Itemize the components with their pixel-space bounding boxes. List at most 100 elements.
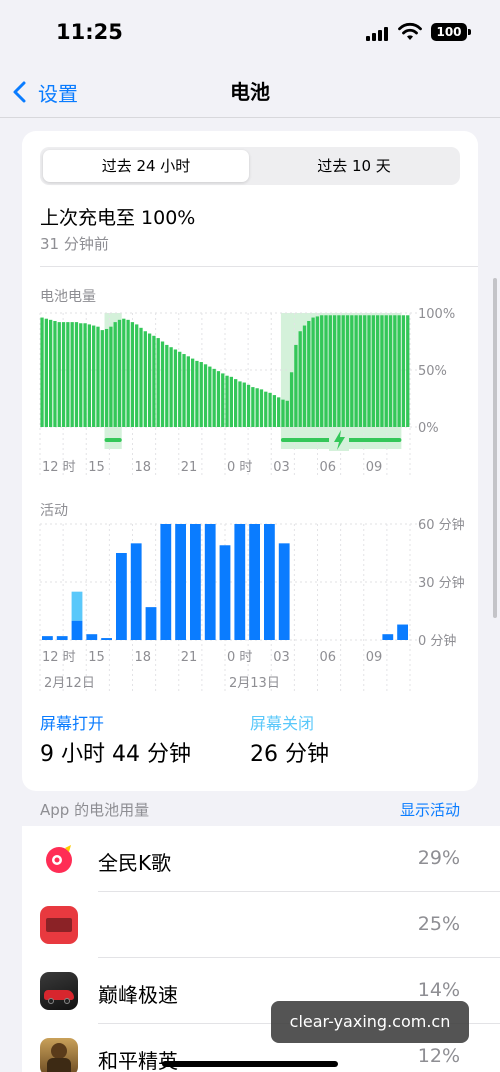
battery-bar — [186, 356, 190, 427]
x-tick-label: 03 — [273, 460, 290, 475]
card-divider — [40, 266, 478, 267]
battery-icon: 100 — [431, 23, 471, 41]
screen-on-label: 屏幕打开 — [40, 714, 105, 733]
red-app-icon — [40, 906, 78, 944]
app-percent: 14% — [417, 979, 460, 1001]
battery-bar — [122, 318, 126, 427]
status-time: 11:25 — [56, 20, 123, 44]
battery-bar — [406, 315, 410, 427]
screen-on-bar — [101, 638, 112, 640]
kge-app-icon — [40, 840, 78, 878]
app-percent: 29% — [417, 847, 460, 869]
battery-bar — [285, 400, 289, 427]
battery-bar — [363, 315, 367, 427]
battery-bar — [160, 341, 165, 427]
app-row[interactable]: 全民K歌 29% — [22, 826, 500, 892]
x-tick-label: 12 时 — [42, 460, 76, 475]
battery-bar — [401, 315, 406, 427]
battery-bar — [221, 373, 225, 427]
screen-on-value: 9 小时 44 分钟 — [40, 742, 191, 767]
x-tick-label: 09 — [366, 460, 383, 475]
battery-bar — [354, 315, 358, 427]
battery-bar — [40, 317, 44, 427]
battery-bar — [315, 316, 320, 427]
battery-bar — [380, 315, 384, 427]
battery-bar — [182, 354, 186, 427]
battery-bar — [156, 338, 160, 427]
home-indicator[interactable] — [162, 1061, 338, 1067]
battery-card: 过去 24 小时 过去 10 天 上次充电至 100% 31 分钟前 电池电量 … — [22, 131, 478, 791]
scrollbar[interactable] — [493, 278, 497, 618]
battery-bar — [61, 322, 66, 427]
battery-bar — [74, 322, 79, 427]
shooter-game-icon — [40, 1038, 78, 1072]
screen-on-bar — [219, 545, 231, 640]
screen-off-value: 26 分钟 — [250, 742, 329, 767]
battery-bar — [49, 319, 53, 427]
battery-bar — [53, 320, 57, 427]
status-bar: 11:25 100 — [0, 0, 500, 66]
battery-bar — [199, 362, 203, 427]
last-charge-time: 31 分钟前 — [40, 235, 109, 253]
battery-bar — [135, 324, 139, 427]
battery-bar — [79, 323, 83, 427]
app-name: 全民K歌 — [98, 851, 172, 875]
battery-level-chart: 100% 50% 0% 12 时 15 18 21 0 时 03 06 09 — [39, 307, 455, 475]
battery-bar — [375, 315, 380, 427]
screen-on-bar — [382, 634, 394, 640]
battery-bar — [208, 366, 212, 427]
battery-bar — [246, 384, 251, 427]
screen-off-label: 屏幕关闭 — [250, 714, 315, 733]
battery-bar — [178, 351, 182, 427]
app-percent: 12% — [417, 1045, 460, 1067]
screen-on-bar — [234, 524, 246, 640]
battery-bar — [264, 391, 268, 427]
x-tick-label: 15 — [88, 650, 105, 665]
battery-bar — [358, 315, 363, 427]
battery-bar — [320, 315, 324, 427]
battery-bar — [147, 333, 152, 427]
battery-bar — [345, 315, 350, 427]
screen-on-bar — [264, 524, 275, 640]
segment-24-hours[interactable]: 过去 24 小时 — [43, 150, 249, 182]
screen-on-bar — [175, 524, 186, 640]
battery-bar — [66, 322, 70, 427]
segment-10-days[interactable]: 过去 10 天 — [251, 150, 457, 182]
x-tick-label: 09 — [366, 650, 383, 665]
battery-bar — [341, 315, 345, 427]
battery-bar — [113, 322, 117, 427]
battery-bar — [384, 315, 388, 427]
y-tick-label: 100% — [418, 307, 455, 322]
last-charge-title: 上次充电至 100% — [40, 207, 196, 229]
battery-bar — [130, 322, 135, 427]
nav-divider — [0, 117, 500, 118]
cellular-signal-icon — [366, 27, 388, 41]
battery-bar — [70, 322, 74, 427]
app-name: 巅峰极速 — [98, 983, 178, 1007]
screen-on-bar — [86, 634, 98, 640]
battery-bar — [152, 335, 156, 427]
battery-bar — [328, 315, 332, 427]
battery-bar — [126, 319, 130, 427]
app-row[interactable]: 25% — [22, 892, 500, 958]
screen-on-bar — [278, 543, 290, 640]
battery-bar — [332, 315, 337, 427]
y-tick-label: 50% — [418, 364, 447, 379]
screen-on-bar — [56, 636, 68, 640]
battery-bar — [294, 344, 298, 427]
battery-bar — [104, 328, 109, 427]
battery-bar — [367, 315, 371, 427]
x-tick-label: 0 时 — [227, 460, 252, 475]
battery-bar — [350, 315, 354, 427]
battery-bar — [139, 327, 143, 427]
screen-on-bar — [190, 524, 201, 640]
battery-bar — [100, 330, 104, 427]
screen-on-bar — [204, 524, 216, 640]
screen-on-bar — [116, 553, 127, 640]
battery-bar — [96, 326, 100, 427]
screen-on-bar — [42, 636, 53, 640]
show-activity-button[interactable]: 显示活动 — [400, 799, 460, 820]
battery-bar — [44, 318, 49, 427]
battery-bar — [234, 379, 238, 427]
date-label: 2月12日 — [44, 676, 95, 691]
